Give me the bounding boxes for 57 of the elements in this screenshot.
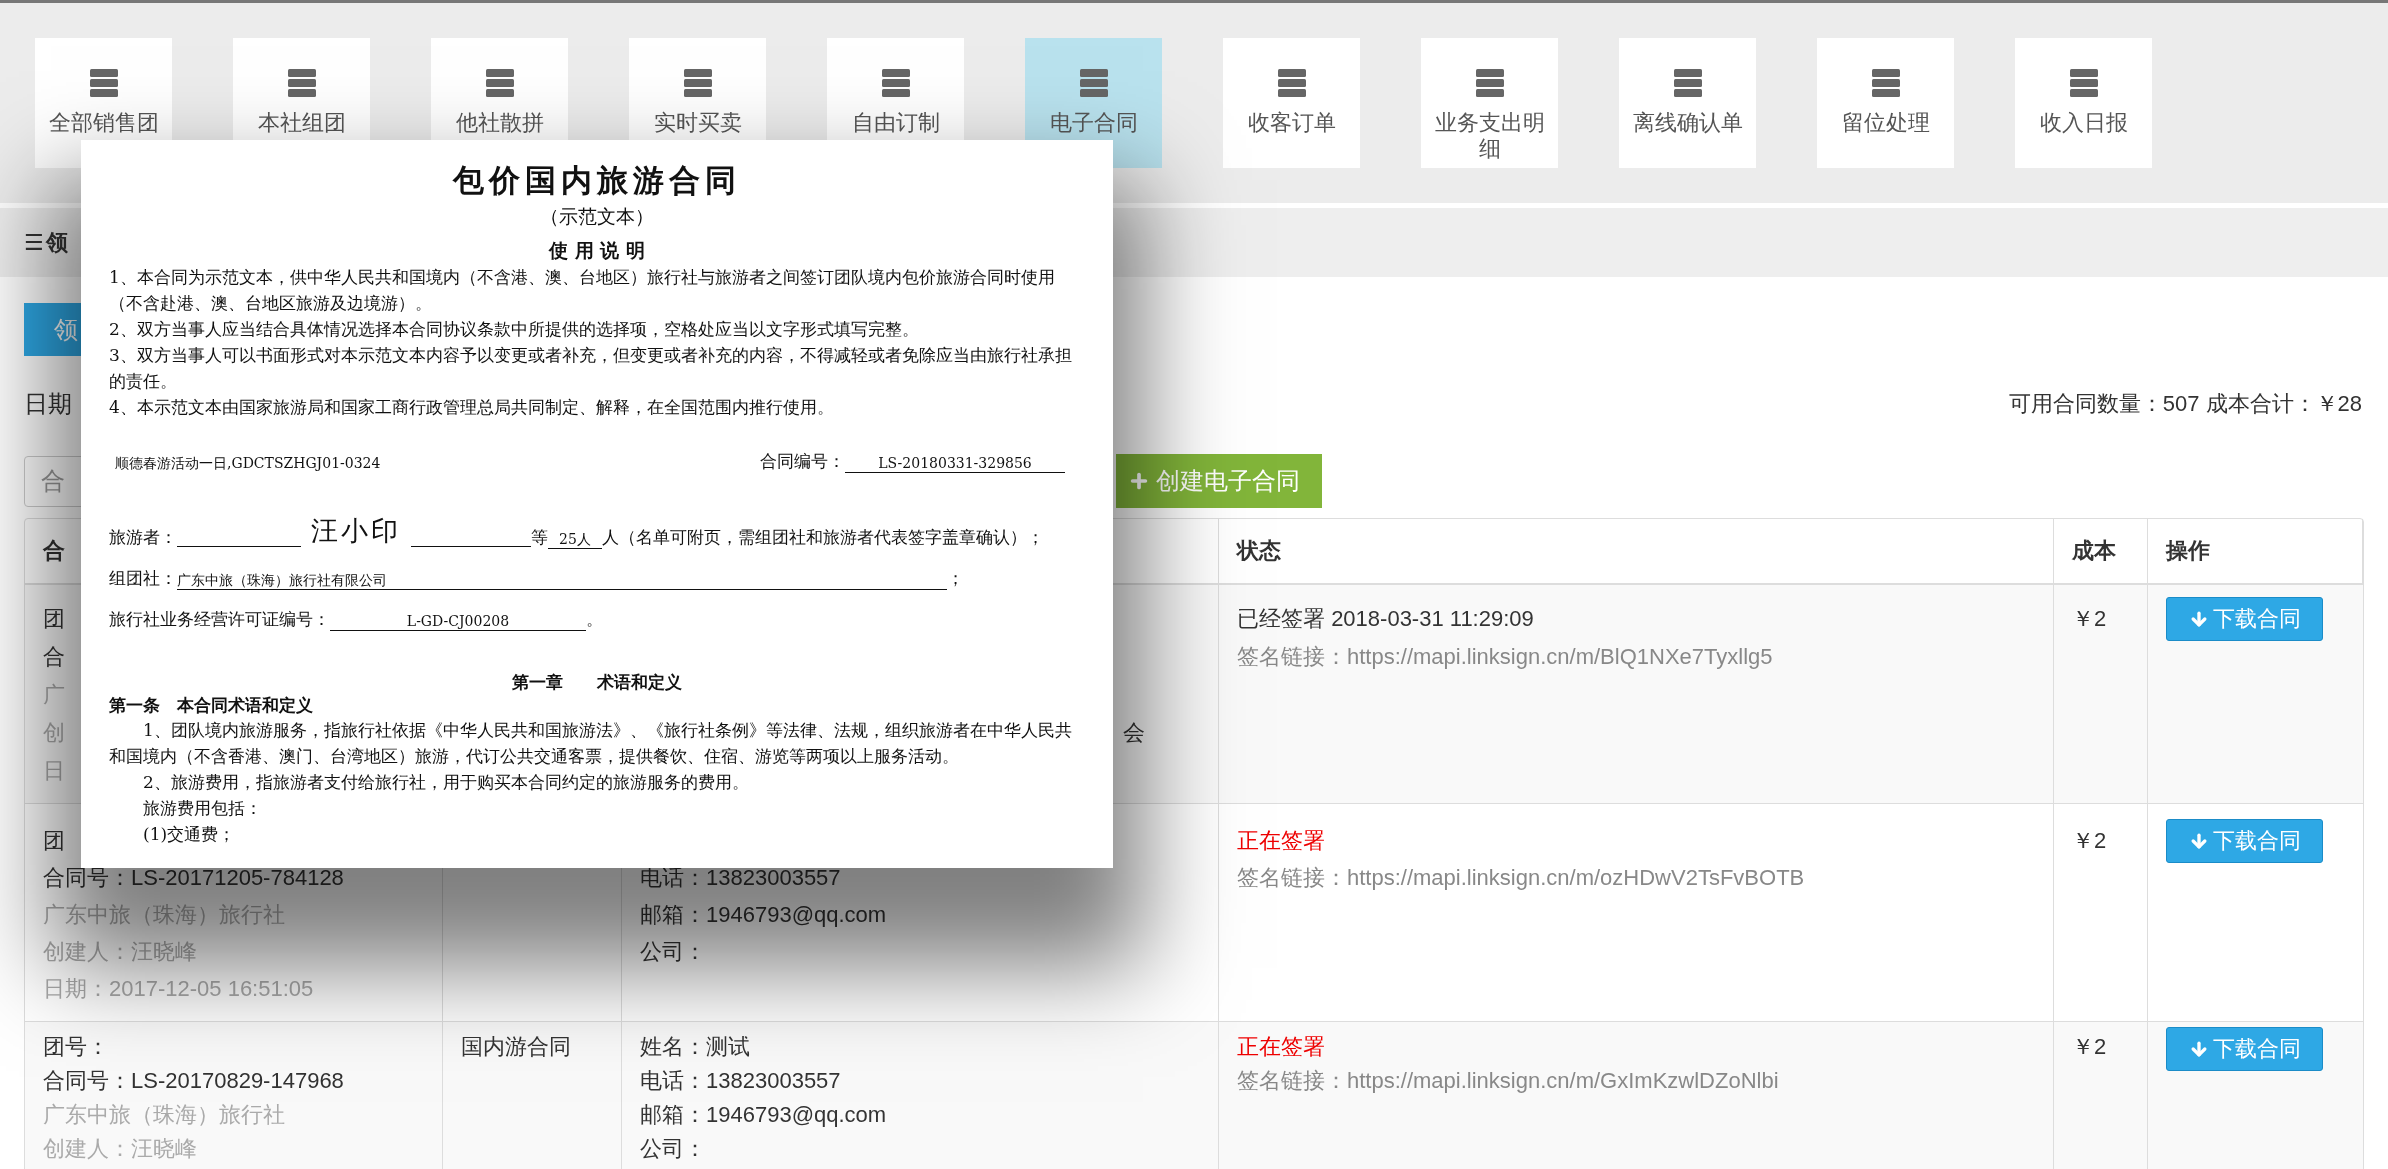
- usage-note: 1、本合同为示范文本，供中华人民共和国境内（不含港、澳、台地区）旅行社与旅游者之间签订团队境内包价旅游合同时使用（不含赴港、澳、台地区旅游及边境游）。: [109, 266, 1056, 315]
- usage-note: 3、双方当事人可以书面形式对本示范文本内容予以变更或者补充，但变更或者补充的内容，不得减轻或者免除应当由旅行社承担的责任。: [109, 344, 1073, 393]
- clause-text: (1)交通费；: [142, 823, 237, 846]
- traveler-label: 旅游者：: [109, 526, 177, 549]
- chapter-heading: 第一章 术语和定义: [511, 671, 683, 694]
- article-heading: 第一条 本合同术语和定义: [109, 694, 314, 717]
- group-info-line: 广东中旅（珠海）旅行社: [43, 1101, 285, 1129]
- contract-type: 国内游合同: [461, 1033, 571, 1061]
- menu-icon: ☰: [24, 229, 44, 256]
- usage-note: 4、本示范文本由国家旅游局和国家工商行政管理总局共同制定、解释，在全国范围内推行使用。: [109, 396, 835, 419]
- license-number: L-GD-CJ00208: [330, 613, 586, 631]
- group-info-line: 团号：: [43, 1033, 109, 1061]
- group-info-line: 合: [43, 643, 65, 671]
- cost-value: ￥2: [2072, 827, 2107, 855]
- license-end: 。: [586, 608, 603, 631]
- clause-text: 1、团队境内旅游服务，指旅行社依据《中华人民共和国旅游法》、《旅行社条例》等法律、法规，组织旅游者在中华人民共和国境内（不含香港、澳门、台湾地区）旅游，代订公共交通客票，提供餐饮、住宿、游览等两项以上服务活动。: [109, 719, 1073, 768]
- usage-note: 2、双方当事人应当结合具体情况选择本合同协议条款中所提供的选择项，空格处应当以文字形式填写完整。: [109, 318, 920, 341]
- status-text: 正在签署: [1237, 1034, 1325, 1059]
- group-info-line: 创: [43, 719, 65, 747]
- contact-line: 会: [1123, 719, 1145, 747]
- activity-code: 顺德春游活动一日,GDCTSZHGJ01-0324: [114, 455, 381, 473]
- contract-number: LS-20180331-329856: [845, 455, 1065, 473]
- group-info-line: 合同号：LS-20171205-784128: [43, 864, 344, 892]
- contact-line: 公司：: [640, 1135, 706, 1163]
- group-info-line: 团: [43, 605, 65, 633]
- group-info-line: 合同号：LS-20170829-147968: [43, 1067, 344, 1095]
- group-info-line: 日期：2017-12-05 16:51:05: [43, 975, 314, 1003]
- license-label: 旅行社业务经营许可证编号：: [109, 608, 330, 631]
- organizer-name: 广东中旅（珠海）旅行社有限公司: [177, 572, 947, 590]
- contact-line: 电话：13823003557: [640, 1067, 841, 1095]
- signed-time: 2018-03-31 11:29:09: [1330, 606, 1534, 631]
- contact-line: 邮箱：1946793@qq.com: [640, 901, 887, 929]
- clause-text: 旅游费用包括：: [142, 797, 263, 820]
- contact-line: 公司：: [640, 938, 706, 966]
- date-label: 日期: [24, 389, 72, 419]
- contact-line: 电话：13823003557: [640, 864, 841, 892]
- cost-value: ￥2: [2072, 605, 2107, 633]
- group-info-line: 团: [43, 827, 65, 855]
- organizer-end: ；: [947, 567, 964, 590]
- group-info-line: 创建人：汪晓峰: [43, 938, 197, 966]
- status-text: 正在签署: [1237, 828, 1325, 853]
- status-text: 已经签署: [1237, 606, 1325, 631]
- section-title: 领: [45, 228, 68, 257]
- group-info-line: 广: [43, 681, 65, 709]
- cost-value: ￥2: [2072, 1033, 2107, 1061]
- traveler-count: 25人: [548, 531, 602, 549]
- notes-heading: 使 用 说 明: [547, 238, 646, 263]
- contact-line: 邮箱：1946793@qq.com: [640, 1101, 887, 1129]
- contract-summary: 可用合同数量：507 成本合计：￥28: [2008, 390, 2362, 418]
- group-info-line: 创建人：汪晓峰: [43, 1135, 197, 1163]
- clause-text: 2、旅游费用，指旅游者支付给旅行社，用于购买本合同约定的旅游服务的费用。: [142, 771, 750, 794]
- contact-line: 姓名：测试: [640, 1033, 750, 1061]
- count-note: 人（名单可附页，需组团社和旅游者代表签字盖章确认）；: [602, 526, 1044, 549]
- contract-number-label: 合同编号：: [760, 450, 845, 473]
- group-info-line: 日: [43, 757, 65, 785]
- count-prefix: 等: [531, 526, 548, 549]
- document-subtitle: （示范文本）: [539, 204, 655, 229]
